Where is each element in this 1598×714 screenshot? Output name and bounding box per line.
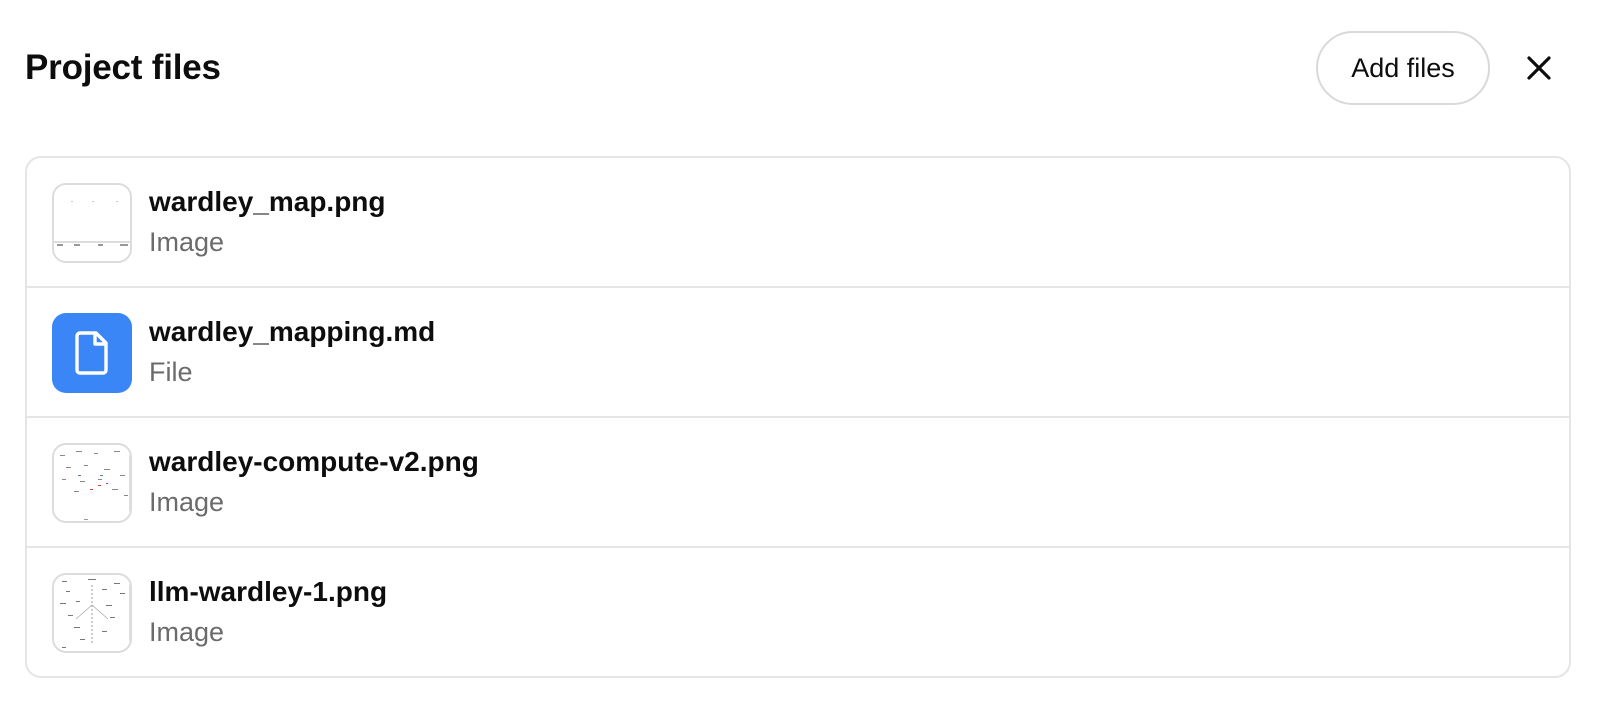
file-type: File <box>149 357 193 387</box>
file-name: llm-wardley-1.png <box>149 576 388 607</box>
file-name: wardley_mapping.md <box>149 316 436 347</box>
image-thumbnail <box>52 183 132 263</box>
file-row[interactable]: wardley-compute-v2.png Image <box>27 418 1569 548</box>
file-row[interactable]: wardley_mapping.md File <box>27 288 1569 418</box>
file-name: wardley-compute-v2.png <box>149 446 479 477</box>
file-type: Image <box>149 617 225 647</box>
close-icon <box>1527 56 1551 80</box>
document-icon <box>75 331 108 375</box>
file-list: wardley_map.png Image wardley_mapping.md… <box>25 156 1571 678</box>
file-row[interactable]: llm-wardley-1.png Image <box>27 548 1569 676</box>
dialog-header: Project files Add files <box>0 0 1598 140</box>
page-title: Project files <box>25 48 221 87</box>
add-files-button[interactable]: Add files <box>1316 31 1490 105</box>
close-button[interactable] <box>1513 42 1565 94</box>
file-type: Image <box>149 487 225 517</box>
file-name: wardley_map.png <box>149 186 386 217</box>
file-row[interactable]: wardley_map.png Image <box>27 158 1569 288</box>
file-type: Image <box>149 227 225 257</box>
image-thumbnail <box>52 443 132 523</box>
document-icon-tile <box>52 313 132 393</box>
image-thumbnail <box>52 573 132 653</box>
